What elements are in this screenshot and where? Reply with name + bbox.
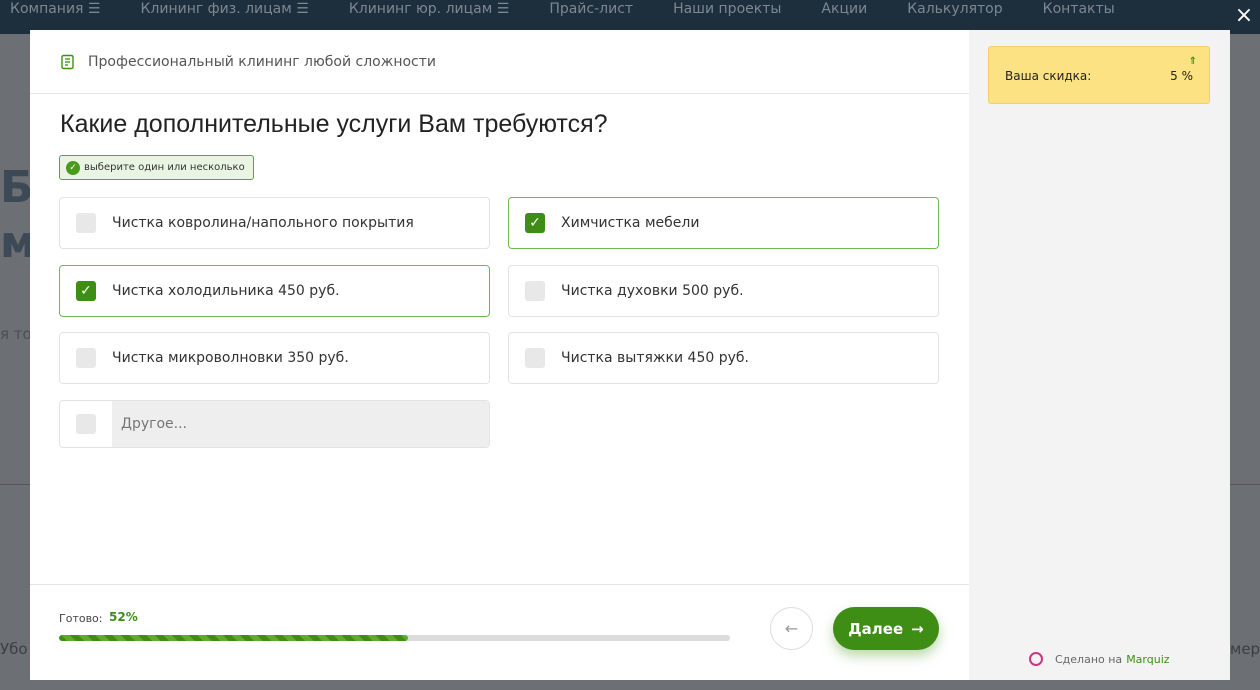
bg-nav-item: Наши проекты [673,1,782,17]
option-hood-cleaning[interactable]: Чистка вытяжки 450 руб. [508,332,939,384]
progress-fill [59,635,408,641]
option-furniture-dry-cleaning[interactable]: ✓ Химчистка мебели [508,197,939,249]
option-label: Чистка микроволновки 350 руб. [112,350,349,366]
bg-edge-text: я то [0,325,32,343]
made-by-marquiz[interactable]: Сделано на Marquiz [1029,652,1170,666]
option-label: Чистка холодильника 450 руб. [112,283,340,299]
option-oven-cleaning[interactable]: Чистка духовки 500 руб. [508,265,939,317]
bg-nav-item: Прайс-лист [549,1,634,17]
progress-label: Готово: [59,612,103,625]
bg-bottom-right-text: мер [1230,640,1260,658]
back-button[interactable]: ← [770,607,813,650]
bg-edge-heading: Бе ме [0,162,30,268]
check-circle-icon: ✓ [66,160,80,175]
bg-nav-item: Калькулятор [907,1,1003,17]
option-label: Химчистка мебели [561,215,700,231]
background-nav: Компания ☰ Клининг физ. лицам ☰ Клининг … [0,0,1260,34]
next-button-label: Далее [848,619,904,638]
checkbox[interactable] [76,213,96,233]
option-carpet-cleaning[interactable]: Чистка ковролина/напольного покрытия [59,197,490,249]
close-icon[interactable]: × [1234,5,1254,27]
bg-bottom-left-text: Убо [0,640,28,658]
bg-nav-item: Клининг юр. лицам ☰ [348,1,510,17]
bg-nav-item: Контакты [1042,1,1115,17]
made-by-brand: Marquiz [1126,652,1170,666]
other-input[interactable] [112,401,489,447]
quiz-header: Профессиональный клининг любой сложности [30,30,969,94]
header-title: Профессиональный клининг любой сложности [88,53,436,70]
marquiz-logo-icon [1029,652,1043,666]
made-by-text: Сделано на [1055,652,1123,666]
option-label: Чистка вытяжки 450 руб. [561,350,749,366]
bg-nav-item: Компания ☰ [10,1,101,17]
discount-card: ⇑ Ваша скидка: 5 % [988,46,1210,104]
document-icon [61,54,74,69]
checkbox[interactable] [76,414,96,434]
progress-value: 52% [109,610,138,624]
arrow-left-icon: ← [784,619,799,638]
bg-nav-item: Акции [821,1,868,17]
double-arrow-up-icon: ⇑ [1188,56,1197,67]
question-title: Какие дополнительные услуги Вам требуютс… [60,110,608,138]
checkbox[interactable] [525,348,545,368]
next-button[interactable]: Далее → [833,607,939,650]
checkbox[interactable] [76,348,96,368]
quiz-sidebar: ⇑ Ваша скидка: 5 % Сделано на Marquiz [969,30,1230,680]
arrow-right-icon: → [911,619,924,638]
quiz-main: Профессиональный клининг любой сложности… [30,30,969,680]
hint-text: выберите один или несколько [84,162,245,173]
option-other[interactable] [59,400,490,448]
checkbox-checked[interactable]: ✓ [525,213,545,233]
quiz-modal: Профессиональный клининг любой сложности… [30,30,1230,680]
discount-label: Ваша скидка: [1005,69,1092,83]
bg-nav-item: Клининг физ. лицам ☰ [140,1,309,17]
option-label: Чистка духовки 500 руб. [561,283,744,299]
option-label: Чистка ковролина/напольного покрытия [112,215,414,231]
hint-badge: ✓ выберите один или несколько [59,155,254,180]
checkbox[interactable] [525,281,545,301]
checkbox-checked[interactable]: ✓ [76,281,96,301]
option-fridge-cleaning[interactable]: ✓ Чистка холодильника 450 руб. [59,265,490,317]
progress-bar [59,635,730,641]
discount-value: 5 % [1170,69,1193,83]
option-microwave-cleaning[interactable]: Чистка микроволновки 350 руб. [59,332,490,384]
quiz-footer: Готово: 52% ← Далее → [30,584,969,680]
